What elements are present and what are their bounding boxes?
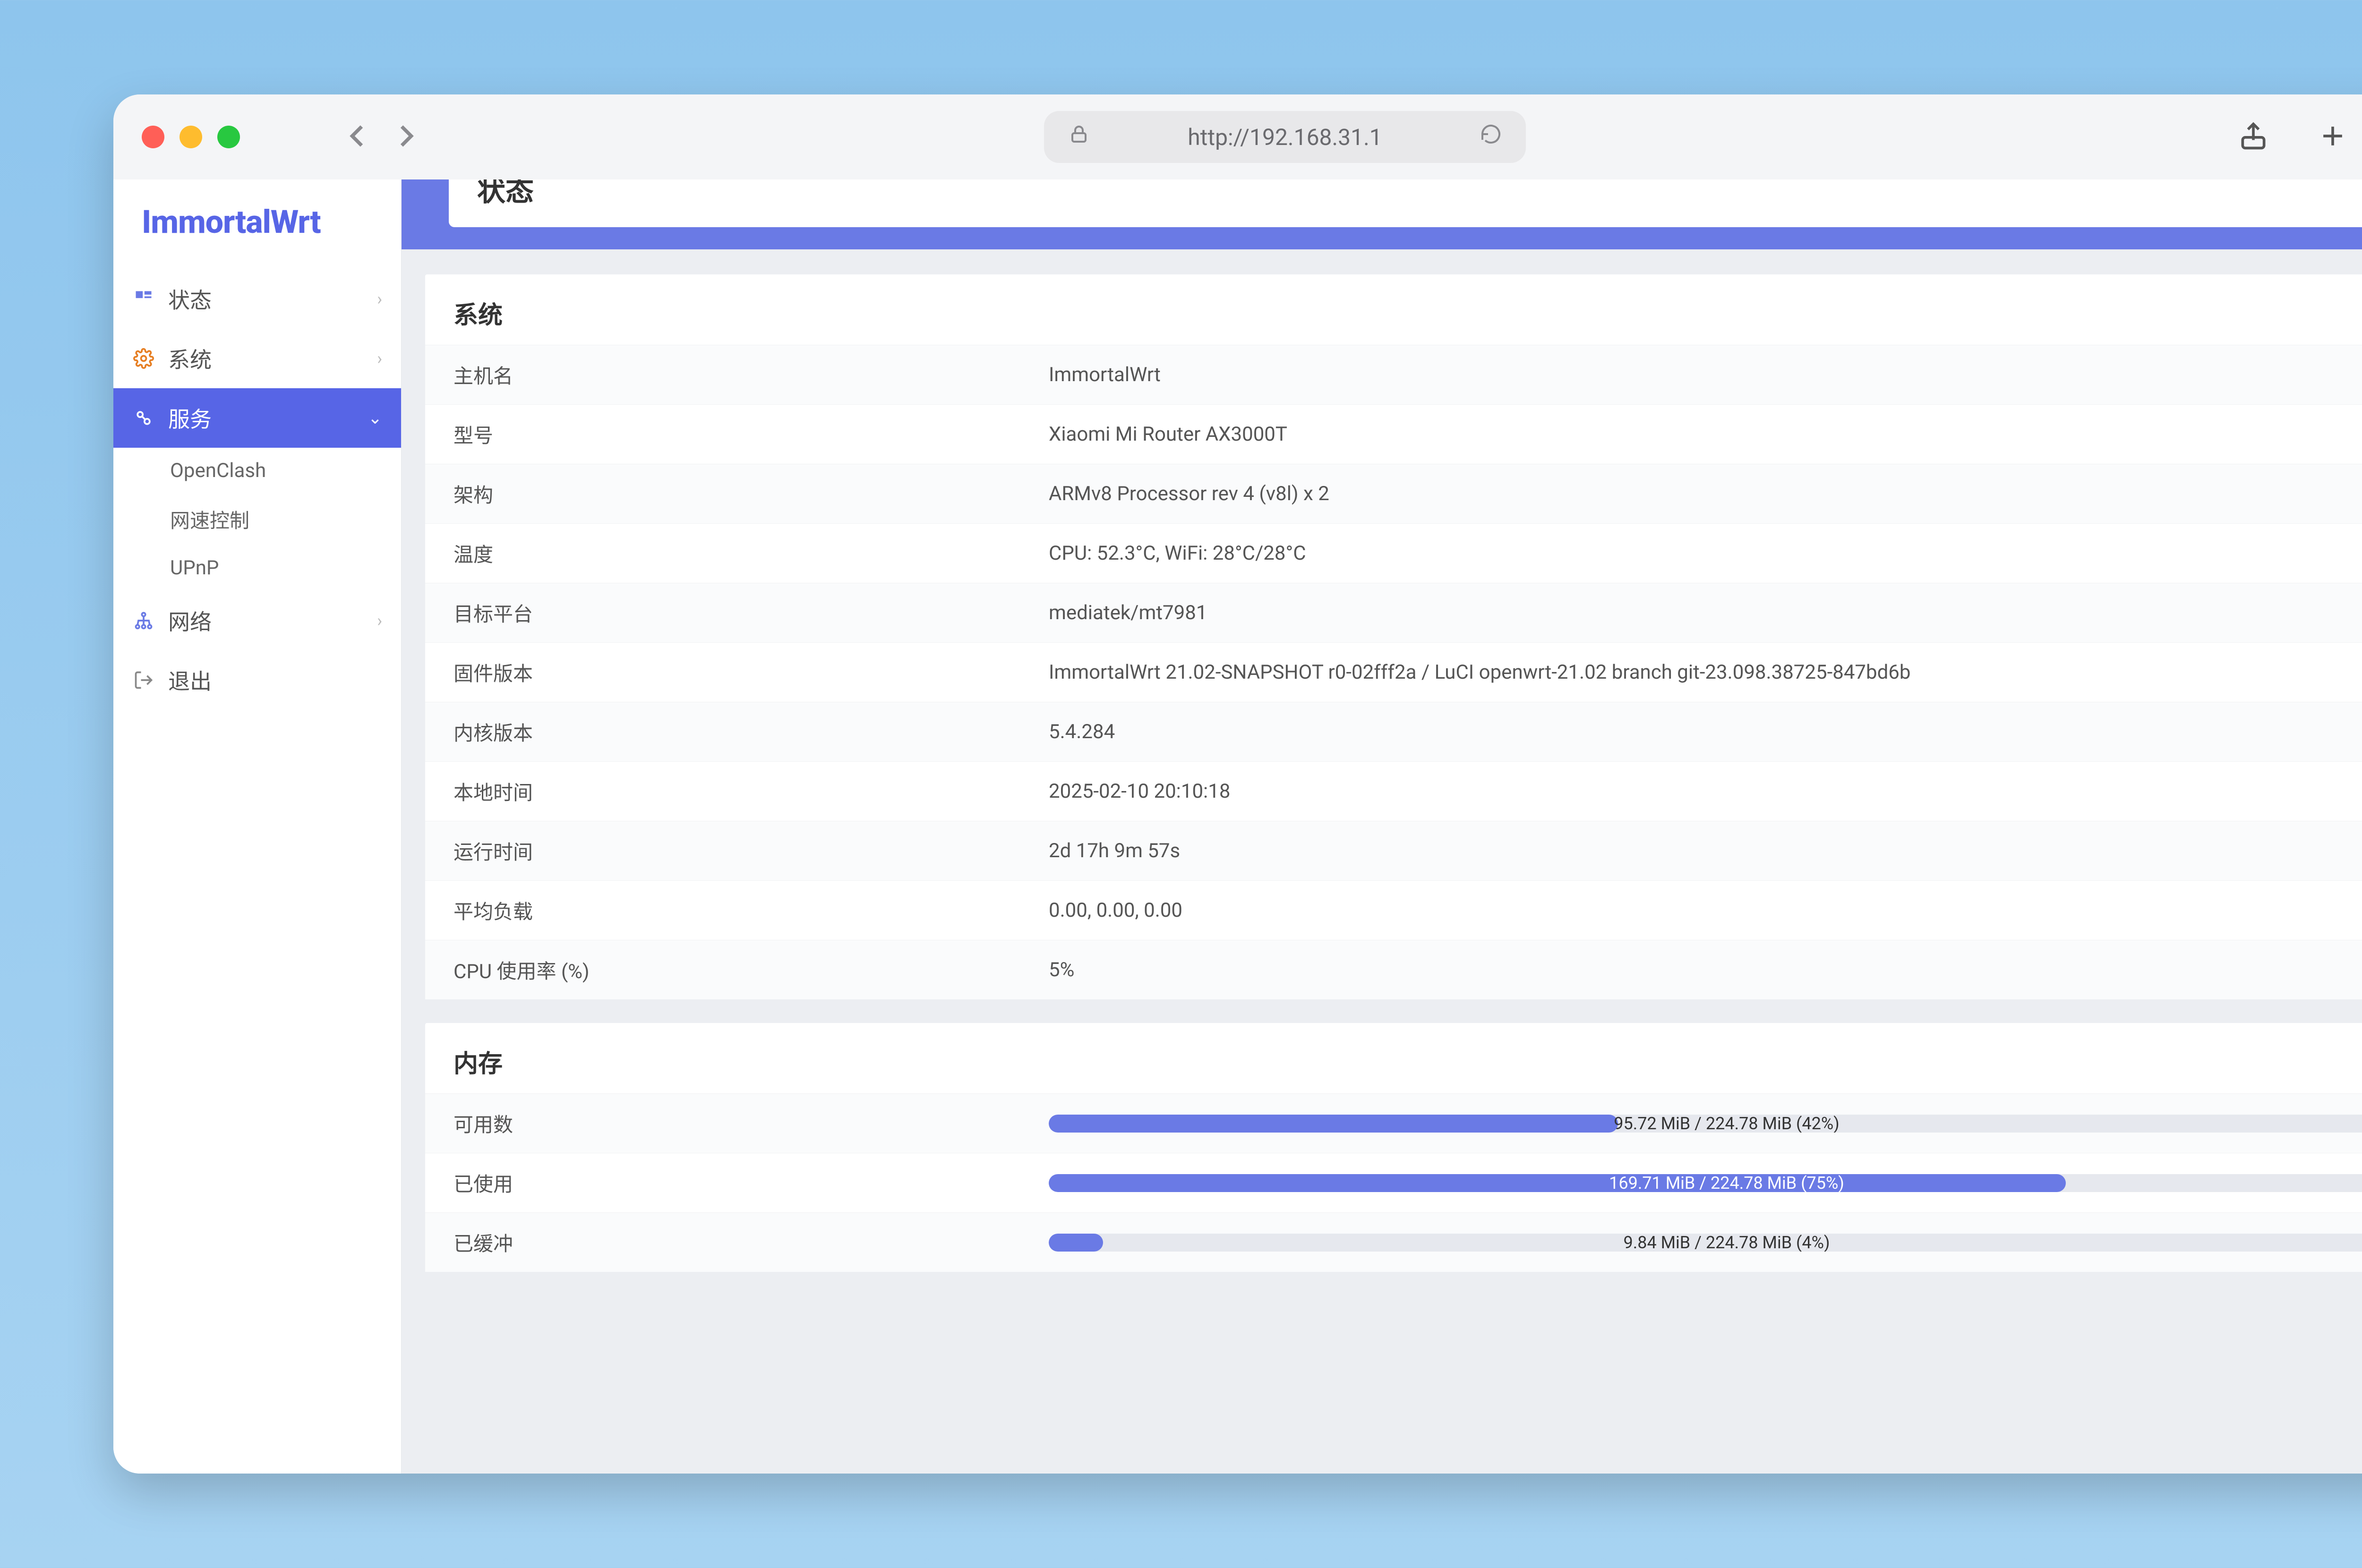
row-kernel: 内核版本 5.4.284 [425,702,2362,761]
window-controls [142,126,240,148]
value-model: Xiaomi Mi Router AX3000T [1049,423,2362,446]
new-tab-icon[interactable] [2317,120,2349,154]
nav-status-label: 状态 [168,283,212,315]
value-localtime: 2025-02-10 20:10:18 [1049,780,2362,803]
row-localtime: 本地时间 2025-02-10 20:10:18 [425,761,2362,821]
sidebar: ImmortalWrt 状态 › 系统 › [113,179,402,1474]
bartext-mem-available: 95.72 MiB / 224.78 MiB (42%) [1049,1115,2362,1133]
nav-logout[interactable]: 退出 [113,650,401,710]
value-arch: ARMv8 Processor rev 4 (v8l) x 2 [1049,482,2362,505]
toolbar-right [2237,120,2362,154]
row-target: 目标平台 mediatek/mt7981 [425,583,2362,642]
nav-services-label: 服务 [168,402,212,434]
row-mem-available: 可用数 95.72 MiB / 224.78 MiB (42%) [425,1093,2362,1153]
value-cpuusage: 5% [1049,958,2362,981]
value-temp: CPU: 52.3°C, WiFi: 28°C/28°C [1049,542,2362,565]
value-kernel: 5.4.284 [1049,720,2362,743]
row-temp: 温度 CPU: 52.3°C, WiFi: 28°C/28°C [425,523,2362,583]
network-icon [132,610,155,631]
nav-network[interactable]: 网络 › [113,591,401,650]
memory-card: 内存 可用数 95.72 MiB / 224.78 MiB (42%) 已使用 … [425,1023,2362,1272]
label-cpuusage: CPU 使用率 (%) [454,955,1049,984]
row-mem-used: 已使用 169.71 MiB / 224.78 MiB (75%) [425,1153,2362,1212]
label-arch: 架构 [454,479,1049,508]
nav-menu: 状态 › 系统 › 服务 ⌄ OpenClash [113,269,401,710]
nav-network-label: 网络 [168,605,212,636]
chevron-right-icon: › [377,611,382,631]
chevron-right-icon: › [377,349,382,368]
nav-system-label: 系统 [168,343,212,374]
page-content: ImmortalWrt 状态 › 系统 › [113,179,2362,1474]
label-uptime: 运行时间 [454,836,1049,865]
label-firmware: 固件版本 [454,658,1049,687]
chevron-down-icon: ⌄ [368,408,382,428]
url-bar[interactable]: http://192.168.31.1 [1044,111,1526,163]
dashboard-icon [132,289,155,309]
row-firmware: 固件版本 ImmortalWrt 21.02-SNAPSHOT r0-02fff… [425,642,2362,702]
chevron-right-icon: › [377,289,382,309]
logout-icon [132,670,155,690]
value-target: mediatek/mt7981 [1049,601,2362,624]
forward-button[interactable] [391,122,419,152]
label-mem-available: 可用数 [454,1109,1049,1138]
label-loadavg: 平均负载 [454,896,1049,925]
bar-mem-used: 169.71 MiB / 224.78 MiB (75%) [1049,1174,2362,1192]
browser-nav-arrows [344,122,419,152]
memory-card-title: 内存 [425,1023,2362,1093]
row-hostname: 主机名 ImmortalWrt [425,345,2362,404]
value-firmware: ImmortalWrt 21.02-SNAPSHOT r0-02fff2a / … [1049,661,2362,684]
share-icon[interactable] [2237,120,2269,154]
label-target: 目标平台 [454,598,1049,627]
label-kernel: 内核版本 [454,717,1049,746]
url-text: http://192.168.31.1 [1188,124,1382,151]
bartext-mem-buffered: 9.84 MiB / 224.78 MiB (4%) [1049,1234,2362,1252]
main-panel: 刷新 状态 系统 主机名 ImmortalWrt 型号 Xiaomi Mi Ro… [402,179,2362,1474]
nav-eqos[interactable]: 网速控制 [113,494,401,545]
minimize-window-button[interactable] [180,126,202,148]
nav-upnp[interactable]: UPnP [113,545,401,591]
page-title: 状态 [449,179,2362,227]
browser-window: http://192.168.31.1 ImmortalWrt [113,94,2362,1474]
bar-mem-buffered: 9.84 MiB / 224.78 MiB (4%) [1049,1234,2362,1252]
value-loadavg: 0.00, 0.00, 0.00 [1049,899,2362,922]
row-model: 型号 Xiaomi Mi Router AX3000T [425,404,2362,464]
row-mem-buffered: 已缓冲 9.84 MiB / 224.78 MiB (4%) [425,1212,2362,1272]
label-mem-buffered: 已缓冲 [454,1228,1049,1257]
brand-logo: ImmortalWrt [113,179,401,269]
label-localtime: 本地时间 [454,777,1049,806]
nav-services[interactable]: 服务 ⌄ [113,388,401,448]
row-uptime: 运行时间 2d 17h 9m 57s [425,821,2362,880]
reload-icon[interactable] [1480,123,1502,151]
nav-system[interactable]: 系统 › [113,329,401,388]
back-button[interactable] [344,122,372,152]
system-card: 系统 主机名 ImmortalWrt 型号 Xiaomi Mi Router A… [425,274,2362,999]
label-model: 型号 [454,420,1049,449]
nav-status[interactable]: 状态 › [113,269,401,329]
services-icon [132,408,155,428]
label-temp: 温度 [454,539,1049,568]
value-uptime: 2d 17h 9m 57s [1049,839,2362,862]
gear-icon [132,348,155,369]
row-arch: 架构 ARMv8 Processor rev 4 (v8l) x 2 [425,464,2362,523]
bar-mem-available: 95.72 MiB / 224.78 MiB (42%) [1049,1115,2362,1133]
nav-logout-label: 退出 [168,665,212,696]
row-loadavg: 平均负载 0.00, 0.00, 0.00 [425,880,2362,940]
system-card-title: 系统 [425,274,2362,345]
label-mem-used: 已使用 [454,1168,1049,1197]
lock-icon [1068,123,1090,151]
label-hostname: 主机名 [454,360,1049,389]
value-hostname: ImmortalWrt [1049,363,2362,386]
browser-titlebar: http://192.168.31.1 [113,94,2362,179]
bartext-mem-used: 169.71 MiB / 224.78 MiB (75%) [1049,1174,2362,1192]
maximize-window-button[interactable] [217,126,240,148]
nav-openclash[interactable]: OpenClash [113,448,401,494]
row-cpuusage: CPU 使用率 (%) 5% [425,940,2362,999]
close-window-button[interactable] [142,126,164,148]
